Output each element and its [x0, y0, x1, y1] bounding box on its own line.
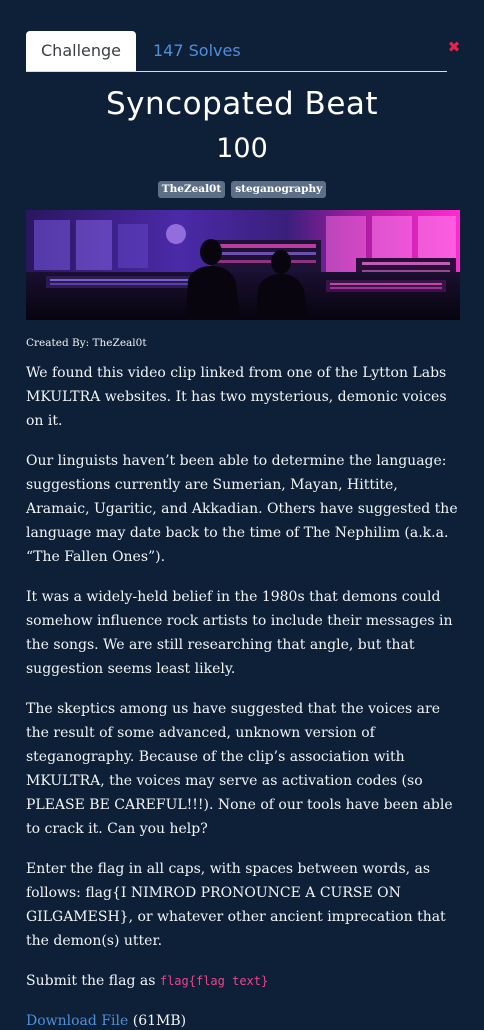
description-paragraph: Our linguists haven’t been able to deter… — [26, 453, 458, 565]
challenge-tags: TheZeal0t steganography — [0, 181, 484, 198]
description-paragraph: The skeptics among us have suggested tha… — [26, 701, 453, 837]
description-paragraph: It was a widely-held belief in the 1980s… — [26, 589, 453, 677]
challenge-title: Syncopated Beat — [105, 86, 379, 122]
description-paragraph: Enter the flag in all caps, with spaces … — [26, 861, 446, 949]
submit-prefix: Submit the flag as — [26, 973, 160, 989]
description-paragraph: We found this video clip linked from one… — [26, 365, 447, 429]
flag-format-code: flag{flag text} — [159, 974, 269, 988]
tab-solves[interactable]: 147 Solves — [153, 31, 241, 71]
challenge-banner-image — [26, 210, 460, 320]
challenge-tabs: Challenge 147 Solves — [26, 31, 447, 72]
submit-instructions: Submit the flag as flag{flag text} — [26, 969, 464, 993]
close-icon[interactable]: ✖ — [447, 40, 461, 55]
challenge-description: We found this video clip linked from one… — [26, 361, 464, 1030]
download-line: Download File (61MB) — [26, 1009, 464, 1030]
download-file-link[interactable]: Download File — [26, 1013, 128, 1029]
tag-author: TheZeal0t — [157, 181, 226, 198]
challenge-modal: Challenge 147 Solves ✖ Syncopated Beat 1… — [0, 0, 484, 1030]
tag-category: steganography — [231, 181, 327, 198]
tab-challenge[interactable]: Challenge — [26, 31, 136, 71]
created-by-label: Created By: TheZeal0t — [26, 337, 147, 349]
download-size: (61MB) — [128, 1013, 187, 1029]
challenge-points: 100 — [216, 133, 268, 164]
